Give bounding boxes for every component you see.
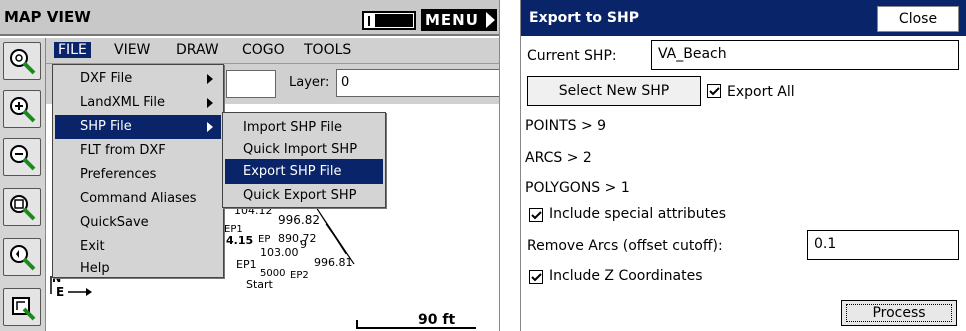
map-view-window: MAP VIEW MENU FILE VIEW DRAW COGO TOOLS …	[0, 0, 500, 331]
shp-submenu: Import SHP File Quick Import SHP Export …	[222, 112, 386, 208]
file-menu-exit[interactable]: Exit	[55, 235, 221, 259]
map-label: 996.82	[278, 213, 320, 227]
checkmark-icon	[531, 273, 542, 282]
menu-file[interactable]: FILE	[54, 42, 91, 58]
include-special-label: Include special attributes	[549, 206, 727, 222]
menu-cogo[interactable]: COGO	[242, 42, 285, 58]
map-label: 9	[300, 238, 307, 251]
map-label: 103.00	[260, 246, 299, 259]
file-menu-command-aliases[interactable]: Command Aliases	[55, 187, 221, 211]
remove-arcs-label: Remove Arcs (offset cutoff):	[527, 238, 723, 254]
file-menu-shp[interactable]: SHP File	[55, 115, 221, 139]
map-label: Start	[246, 278, 274, 291]
arcs-count: ARCS > 2	[525, 150, 592, 166]
include-z-label: Include Z Coordinates	[549, 268, 703, 284]
map-label: 996.81	[314, 256, 353, 269]
map-label: EP2	[290, 270, 309, 281]
map-label: EP1	[236, 258, 257, 271]
export-titlebar: Export to SHP Close	[521, 0, 966, 36]
menu-button-label: MENU	[425, 11, 479, 29]
menu-arrow-icon	[486, 12, 495, 28]
file-menu-help[interactable]: Help	[55, 257, 221, 281]
map-menubar: FILE VIEW DRAW COGO TOOLS	[46, 38, 499, 64]
map-label: EP	[258, 234, 270, 245]
file-menu-flt[interactable]: FLT from DXF	[55, 139, 221, 163]
map-view-title: MAP VIEW	[4, 8, 91, 26]
layer-field[interactable]: 0	[336, 69, 499, 97]
file-menu-preferences[interactable]: Preferences	[55, 163, 221, 187]
shp-quick-export[interactable]: Quick Export SHP	[225, 183, 383, 208]
submenu-arrow-icon	[207, 74, 213, 84]
select-new-shp-button[interactable]: Select New SHP	[527, 76, 701, 106]
file-menu-landxml[interactable]: LandXML File	[55, 91, 221, 115]
export-dialog: Export to SHP Close Current SHP: VA_Beac…	[520, 0, 966, 331]
polygons-count: POLYGONS > 1	[525, 180, 630, 196]
battery-icon	[362, 11, 416, 30]
map-view-titlebar: MAP VIEW MENU	[0, 0, 499, 36]
file-menu-dxf[interactable]: DXF File	[55, 67, 221, 91]
layer-color-box[interactable]	[226, 70, 276, 98]
close-button[interactable]: Close	[877, 6, 959, 32]
process-button[interactable]: Process	[841, 300, 957, 326]
points-count: POINTS > 9	[525, 118, 607, 134]
remove-arcs-field[interactable]: 0.1	[807, 230, 959, 260]
menu-view[interactable]: VIEW	[114, 42, 150, 58]
current-shp-field[interactable]: VA_Beach	[651, 40, 959, 70]
focus-ring	[846, 304, 952, 322]
include-special-checkbox[interactable]	[529, 208, 543, 222]
zoom-previous-icon[interactable]	[3, 238, 41, 276]
menu-button[interactable]: MENU	[421, 9, 497, 31]
export-all-checkbox[interactable]	[707, 84, 721, 98]
shp-export[interactable]: Export SHP File	[225, 159, 383, 184]
zoom-in-icon[interactable]	[3, 90, 41, 128]
menu-tools[interactable]: TOOLS	[304, 42, 351, 58]
submenu-arrow-icon	[207, 98, 213, 108]
zoom-extents-icon[interactable]	[3, 42, 41, 80]
export-title: Export to SHP	[529, 10, 639, 26]
pan-icon[interactable]	[3, 288, 41, 326]
layer-label: Layer:	[289, 75, 330, 90]
include-z-checkbox[interactable]	[529, 270, 543, 284]
east-label: E	[56, 285, 64, 299]
submenu-arrow-icon	[207, 122, 213, 132]
zoom-toolbar	[0, 38, 46, 331]
zoom-out-icon[interactable]	[3, 138, 41, 176]
checkmark-icon	[709, 87, 720, 96]
file-dropdown: DXF File LandXML File SHP File FLT from …	[52, 64, 224, 278]
zoom-window-icon[interactable]	[3, 188, 41, 226]
map-label: 890.72	[278, 232, 317, 245]
export-all-label: Export All	[727, 84, 795, 100]
checkmark-icon	[531, 211, 542, 220]
scale-label: 90 ft	[418, 312, 456, 328]
scale-bar	[356, 327, 476, 329]
map-label: 4.15	[226, 234, 253, 247]
file-menu-quicksave[interactable]: QuickSave	[55, 211, 221, 235]
menu-draw[interactable]: DRAW	[176, 42, 219, 58]
current-shp-label: Current SHP:	[527, 48, 617, 64]
